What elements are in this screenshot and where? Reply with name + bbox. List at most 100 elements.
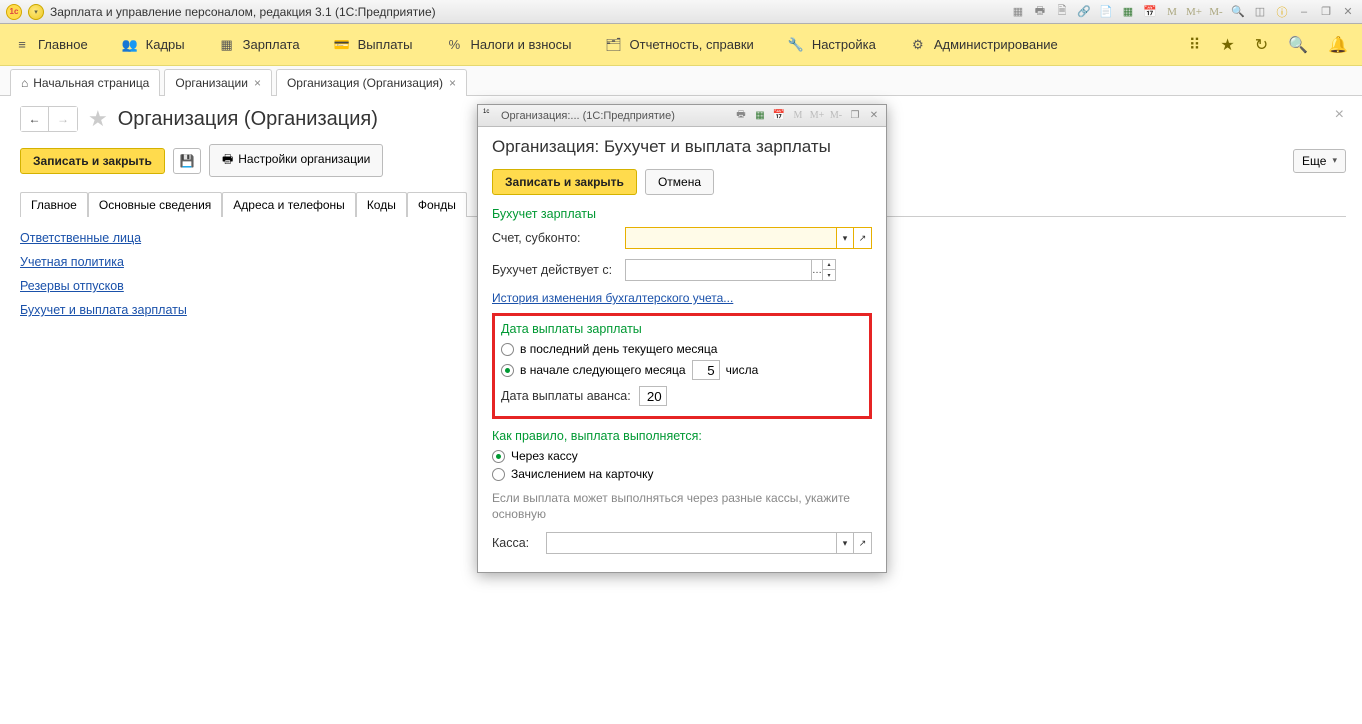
app-menu-dropdown-icon[interactable]: ▾ bbox=[28, 4, 44, 20]
apps-icon[interactable]: ⠿ bbox=[1189, 35, 1201, 55]
itab-funds[interactable]: Фонды bbox=[407, 192, 467, 217]
menu-settings[interactable]: 🔧Настройка bbox=[788, 37, 876, 53]
cash-input-group: ▾ ↗ bbox=[546, 532, 872, 554]
tab-organizations[interactable]: Организации× bbox=[164, 69, 272, 96]
archive-icon: 🗂 bbox=[606, 37, 622, 53]
day-suffix-label: числа bbox=[726, 363, 759, 377]
restore-icon[interactable]: ❐ bbox=[848, 109, 862, 123]
close-window-icon[interactable]: ✕ bbox=[1340, 4, 1356, 20]
link-accounting-payroll[interactable]: Бухучет и выплата зарплаты bbox=[20, 303, 187, 317]
menu-reports[interactable]: 🗂Отчетность, справки bbox=[606, 37, 754, 53]
save-icon-button[interactable]: 💾 bbox=[173, 148, 201, 174]
print-icon[interactable]: 🖶 bbox=[734, 109, 748, 123]
zoom-icon[interactable]: 🔍 bbox=[1230, 4, 1246, 20]
memory-m-icon[interactable]: M bbox=[1164, 4, 1180, 20]
page-close-icon[interactable]: × bbox=[1335, 106, 1344, 124]
itab-codes[interactable]: Коды bbox=[356, 192, 407, 217]
history-icon[interactable]: ↻ bbox=[1255, 35, 1268, 55]
advance-label: Дата выплаты аванса: bbox=[501, 389, 631, 403]
memory-m-icon[interactable]: M bbox=[791, 109, 805, 123]
calc-icon[interactable]: ▦ bbox=[753, 109, 767, 123]
link-icon[interactable]: 🔗 bbox=[1076, 4, 1092, 20]
app-logo-icon: 1c bbox=[483, 109, 496, 122]
spin-down-icon[interactable]: ▾ bbox=[823, 270, 835, 280]
radio-next-month[interactable]: в начале следующего месяца числа bbox=[501, 360, 863, 380]
home-icon: ⌂ bbox=[21, 76, 28, 90]
org-settings-button[interactable]: 🖶Настройки организации bbox=[209, 144, 383, 177]
dropdown-icon[interactable]: ▾ bbox=[836, 532, 854, 554]
calc-icon[interactable]: ▦ bbox=[1120, 4, 1136, 20]
favorite-star-icon[interactable]: ★ bbox=[88, 106, 108, 132]
panel-icon[interactable]: ◫ bbox=[1252, 4, 1268, 20]
doc-icon[interactable]: 🗎 bbox=[1054, 4, 1070, 20]
account-input-group: ▾ ↗ bbox=[625, 227, 872, 249]
history-link[interactable]: История изменения бухгалтерского учета..… bbox=[492, 291, 733, 305]
tab-home[interactable]: ⌂Начальная страница bbox=[10, 69, 160, 96]
minimize-window-icon[interactable]: – bbox=[1296, 4, 1312, 20]
advance-day-input[interactable] bbox=[639, 386, 667, 406]
dialog-window-title: Организация:... (1С:Предприятие) bbox=[501, 110, 675, 122]
radio-cash-label: Через кассу bbox=[511, 449, 578, 463]
dialog-cancel-button[interactable]: Отмена bbox=[645, 169, 714, 195]
print-icon[interactable]: 🖶 bbox=[1032, 4, 1048, 20]
star-icon[interactable]: ★ bbox=[1220, 35, 1234, 55]
radio-next-month-label: в начале следующего месяца bbox=[520, 363, 686, 377]
main-menu: ≡Главное 👥Кадры ▦Зарплата 💳Выплаты %Нало… bbox=[0, 24, 1362, 66]
radio-icon bbox=[501, 343, 514, 356]
memory-mplus-icon[interactable]: M+ bbox=[810, 109, 824, 123]
open-icon[interactable]: ↗ bbox=[854, 227, 872, 249]
effective-date-input[interactable] bbox=[625, 259, 812, 281]
itab-details[interactable]: Основные сведения bbox=[88, 192, 222, 217]
cash-input[interactable] bbox=[546, 532, 836, 554]
spin-up-icon[interactable]: ▴ bbox=[823, 260, 835, 270]
calendar-icon[interactable]: 📅 bbox=[772, 109, 786, 123]
radio-last-day[interactable]: в последний день текущего месяца bbox=[501, 342, 863, 356]
nav-forward-button[interactable]: → bbox=[49, 107, 77, 131]
menu-main[interactable]: ≡Главное bbox=[14, 37, 88, 53]
menu-personnel[interactable]: 👥Кадры bbox=[122, 37, 185, 53]
radio-card-label: Зачислением на карточку bbox=[511, 467, 654, 481]
link-responsible[interactable]: Ответственные лица bbox=[20, 231, 141, 245]
save-close-button[interactable]: Записать и закрыть bbox=[20, 148, 165, 174]
wallet-icon: 💳 bbox=[334, 37, 350, 53]
memory-mminus-icon[interactable]: M- bbox=[829, 109, 843, 123]
close-icon[interactable]: × bbox=[254, 76, 261, 90]
link-accounting-policy[interactable]: Учетная политика bbox=[20, 255, 124, 269]
menu-payments[interactable]: 💳Выплаты bbox=[334, 37, 413, 53]
menu-taxes[interactable]: %Налоги и взносы bbox=[446, 37, 571, 53]
open-icon[interactable]: ↗ bbox=[854, 532, 872, 554]
radio-cash[interactable]: Через кассу bbox=[492, 449, 872, 463]
dialog-save-close-button[interactable]: Записать и закрыть bbox=[492, 169, 637, 195]
account-input[interactable] bbox=[625, 227, 836, 249]
gear-icon: ⚙ bbox=[910, 37, 926, 53]
radio-icon bbox=[501, 364, 514, 377]
restore-window-icon[interactable]: ❐ bbox=[1318, 4, 1334, 20]
itab-addresses[interactable]: Адреса и телефоны bbox=[222, 192, 356, 217]
search-icon[interactable]: 🔍 bbox=[1288, 35, 1308, 55]
tab-organization[interactable]: Организация (Организация)× bbox=[276, 69, 467, 96]
more-button[interactable]: Еще bbox=[1293, 149, 1346, 173]
link-vacation-reserves[interactable]: Резервы отпусков bbox=[20, 279, 124, 293]
memory-mplus-icon[interactable]: M+ bbox=[1186, 4, 1202, 20]
day-number-input[interactable] bbox=[692, 360, 720, 380]
close-icon[interactable]: × bbox=[449, 76, 456, 90]
nav-back-button[interactable]: ← bbox=[21, 107, 49, 131]
info-icon[interactable]: ⓘ bbox=[1274, 4, 1290, 20]
effective-label: Бухучет действует с: bbox=[492, 263, 617, 277]
close-icon[interactable]: ✕ bbox=[867, 109, 881, 123]
menu-admin[interactable]: ⚙Администрирование bbox=[910, 37, 1058, 53]
toolbox-icon[interactable]: ▦ bbox=[1010, 4, 1026, 20]
itab-main[interactable]: Главное bbox=[20, 192, 88, 217]
ellipsis-icon[interactable]: … bbox=[812, 259, 823, 281]
bell-icon[interactable]: 🔔 bbox=[1328, 35, 1348, 55]
group-paydate-title: Дата выплаты зарплаты bbox=[501, 322, 863, 336]
memory-mminus-icon[interactable]: M- bbox=[1208, 4, 1224, 20]
radio-last-day-label: в последний день текущего месяца bbox=[520, 342, 717, 356]
radio-card[interactable]: Зачислением на карточку bbox=[492, 467, 872, 481]
percent-icon: % bbox=[446, 37, 462, 53]
menu-salary[interactable]: ▦Зарплата bbox=[219, 37, 300, 53]
calendar-icon[interactable]: 📅 bbox=[1142, 4, 1158, 20]
export-icon[interactable]: 📄 bbox=[1098, 4, 1114, 20]
grid-icon: ▦ bbox=[219, 37, 235, 53]
dropdown-icon[interactable]: ▾ bbox=[836, 227, 854, 249]
